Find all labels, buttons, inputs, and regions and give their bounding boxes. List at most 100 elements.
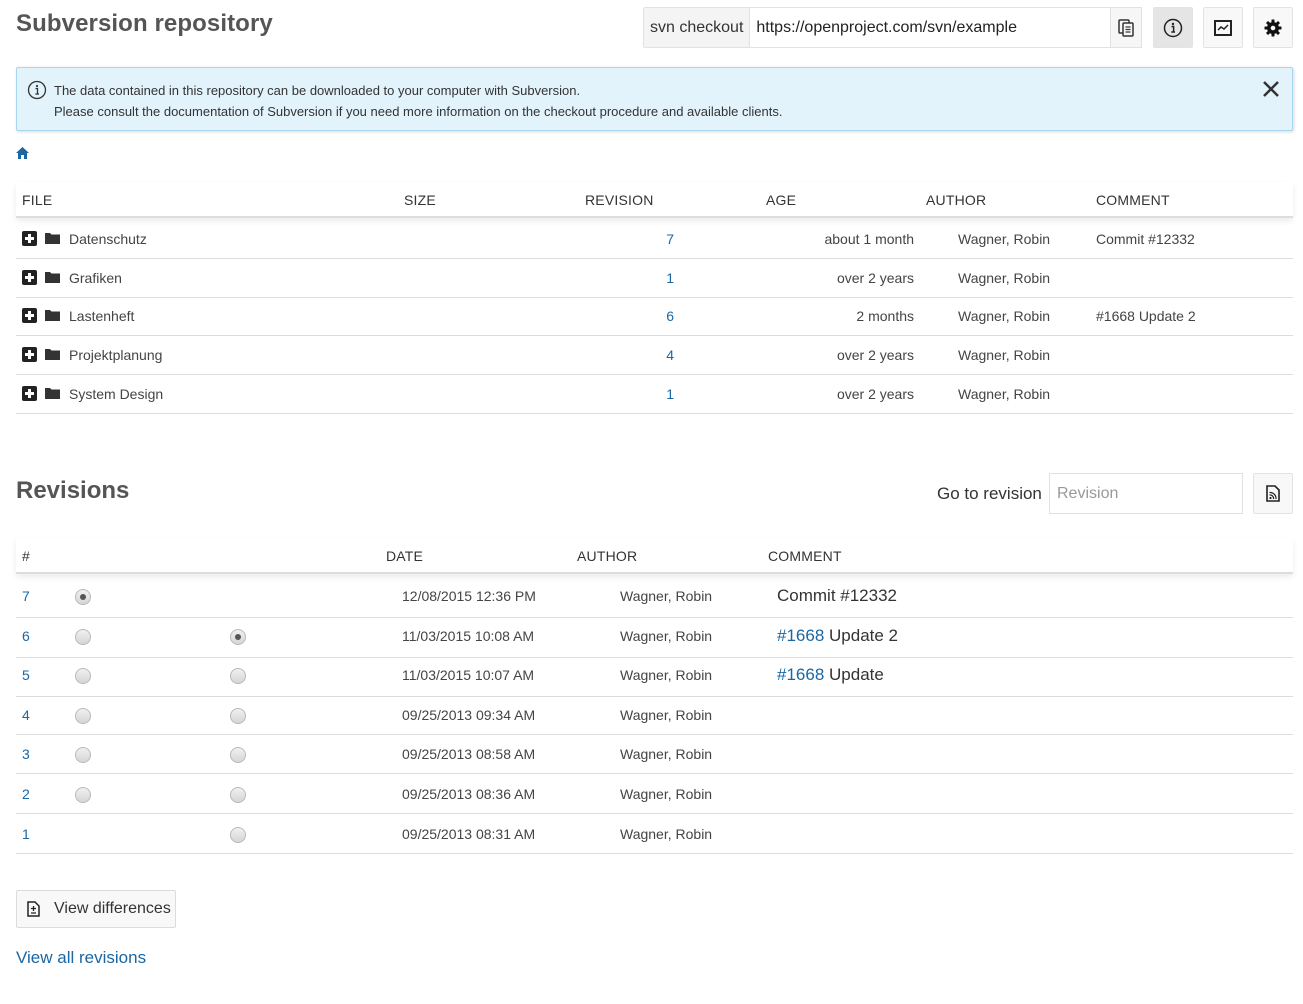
file-revision-link[interactable]: 6 (576, 308, 674, 324)
revision-row: 4 09/25/2013 09:34 AM Wagner, Robin (16, 696, 1293, 735)
column-header-number: # (22, 548, 30, 564)
file-author: Wagner, Robin (958, 385, 1051, 402)
revision-from-radio[interactable] (75, 787, 91, 803)
revision-date: 12/08/2015 12:36 PM (402, 588, 536, 604)
file-name-link[interactable]: Lastenheft (69, 308, 134, 324)
goto-revision-input[interactable] (1049, 473, 1243, 514)
column-header-comment: COMMENT (768, 548, 842, 564)
atom-feed-button[interactable] (1253, 473, 1293, 514)
revision-author: Wagner, Robin (620, 746, 713, 763)
files-table-header: FILE SIZE REVISION AGE AUTHOR COMMENT (16, 182, 1293, 218)
revision-from-radio[interactable] (75, 747, 91, 764)
settings-button[interactable] (1253, 7, 1293, 48)
expand-icon[interactable] (22, 269, 37, 285)
revision-author: Wagner, Robin (620, 667, 713, 684)
column-header-file[interactable]: FILE (22, 192, 52, 208)
revision-comment: Commit #12332 (777, 586, 897, 606)
column-header-age[interactable]: AGE (766, 192, 796, 208)
file-age: over 2 years (836, 347, 914, 364)
file-author: Wagner, Robin (958, 231, 1051, 247)
expand-icon[interactable] (22, 347, 37, 363)
revision-number-link[interactable]: 1 (22, 826, 30, 842)
revision-date: 09/25/2013 08:36 AM (402, 786, 536, 802)
expand-icon[interactable] (22, 231, 37, 246)
file-row: Lastenheft 6 2 months Wagner, Robin #166… (16, 297, 1293, 337)
revision-to-radio[interactable] (230, 826, 246, 843)
revision-number-link[interactable]: 2 (22, 786, 30, 802)
view-differences-label: View differences (54, 900, 171, 917)
revision-row: 7 12/08/2015 12:36 PM Wagner, Robin Comm… (16, 577, 1293, 618)
file-row: System Design 1 over 2 years Wagner, Rob… (16, 375, 1293, 414)
file-age: about 1 month (824, 231, 914, 247)
flash-line-1: The data contained in this repository ca… (54, 83, 581, 98)
revision-row: 2 09/25/2013 08:36 AM Wagner, Robin (16, 775, 1293, 814)
file-row: Projektplanung 4 over 2 years Wagner, Ro… (16, 336, 1293, 376)
work-package-link[interactable]: #1668 (777, 665, 824, 684)
folder-icon (45, 271, 60, 283)
revision-number-link[interactable]: 7 (22, 588, 30, 604)
revision-from-radio[interactable] (75, 668, 91, 685)
revision-author: Wagner, Robin (620, 825, 713, 842)
revision-to-radio[interactable] (230, 787, 246, 803)
revision-to-radio[interactable] (230, 707, 246, 724)
revision-comment: #1668 Update (777, 665, 884, 685)
view-differences-button[interactable]: View differences (16, 890, 176, 928)
revision-to-radio[interactable] (230, 747, 246, 764)
file-comment: Commit #12332 (1096, 231, 1195, 247)
file-author: Wagner, Robin (958, 347, 1051, 364)
chart-icon (1214, 19, 1232, 36)
revision-from-radio[interactable] (75, 589, 91, 605)
revision-row: 5 11/03/2015 10:07 AM Wagner, Robin #166… (16, 656, 1293, 698)
file-name-link[interactable]: System Design (69, 386, 163, 402)
revision-date: 11/03/2015 10:07 AM (402, 667, 535, 684)
copy-url-button[interactable] (1111, 7, 1143, 48)
file-name-link[interactable]: Grafiken (69, 270, 122, 286)
column-header-comment[interactable]: COMMENT (1096, 192, 1170, 208)
revision-number-link[interactable]: 6 (22, 628, 30, 644)
info-icon (27, 80, 47, 100)
revision-author: Wagner, Robin (620, 588, 713, 604)
diff-icon (27, 901, 40, 917)
revision-number-link[interactable]: 4 (22, 707, 30, 723)
revision-from-radio[interactable] (75, 628, 91, 645)
file-author: Wagner, Robin (958, 269, 1051, 286)
folder-icon (45, 310, 60, 322)
revision-to-radio[interactable] (230, 668, 246, 685)
file-revision-link[interactable]: 1 (576, 270, 674, 286)
revision-date: 09/25/2013 08:58 AM (402, 746, 536, 763)
revision-comment-text: Update (824, 665, 884, 685)
expand-icon[interactable] (22, 385, 37, 401)
work-package-link[interactable]: #1668 (777, 626, 824, 645)
file-row: Datenschutz 7 about 1 month Wagner, Robi… (16, 220, 1293, 259)
file-revision-link[interactable]: 7 (576, 231, 674, 247)
revision-comment-text: Update 2 (824, 625, 899, 645)
expand-icon[interactable] (22, 308, 37, 324)
file-revision-link[interactable]: 1 (576, 386, 674, 402)
info-flash: The data contained in this repository ca… (16, 67, 1293, 131)
file-row: Grafiken 1 over 2 years Wagner, Robin (16, 259, 1293, 298)
file-name-link[interactable]: Projektplanung (69, 347, 162, 363)
file-revision-link[interactable]: 4 (576, 347, 674, 363)
checkout-url-field[interactable]: https://openproject.com/svn/example (749, 7, 1112, 48)
view-all-revisions-link[interactable]: View all revisions (16, 948, 146, 968)
goto-revision-label: Go to revision (937, 484, 1042, 503)
revision-author: Wagner, Robin (620, 786, 713, 802)
revision-number-link[interactable]: 3 (22, 746, 30, 762)
revision-date: 09/25/2013 08:31 AM (402, 825, 536, 842)
info-button[interactable] (1153, 7, 1193, 48)
revision-comment: #1668 Update 2 (777, 626, 898, 646)
revision-from-radio[interactable] (75, 707, 91, 724)
revision-number-link[interactable]: 5 (22, 667, 30, 683)
statistics-button[interactable] (1203, 7, 1243, 48)
column-header-size[interactable]: SIZE (404, 192, 436, 208)
column-header-author[interactable]: AUTHOR (926, 192, 986, 208)
column-header-revision[interactable]: REVISION (585, 192, 654, 208)
revision-author: Wagner, Robin (620, 706, 713, 723)
home-icon[interactable] (16, 147, 29, 159)
revision-row: 1 09/25/2013 08:31 AM Wagner, Robin (16, 815, 1293, 854)
checkout-bar: svn checkout https://openproject.com/svn… (643, 7, 1143, 48)
close-icon[interactable] (1262, 80, 1280, 98)
file-name-link[interactable]: Datenschutz (69, 231, 147, 247)
revision-to-radio[interactable] (230, 628, 246, 645)
page-title: Subversion repository (16, 10, 273, 37)
